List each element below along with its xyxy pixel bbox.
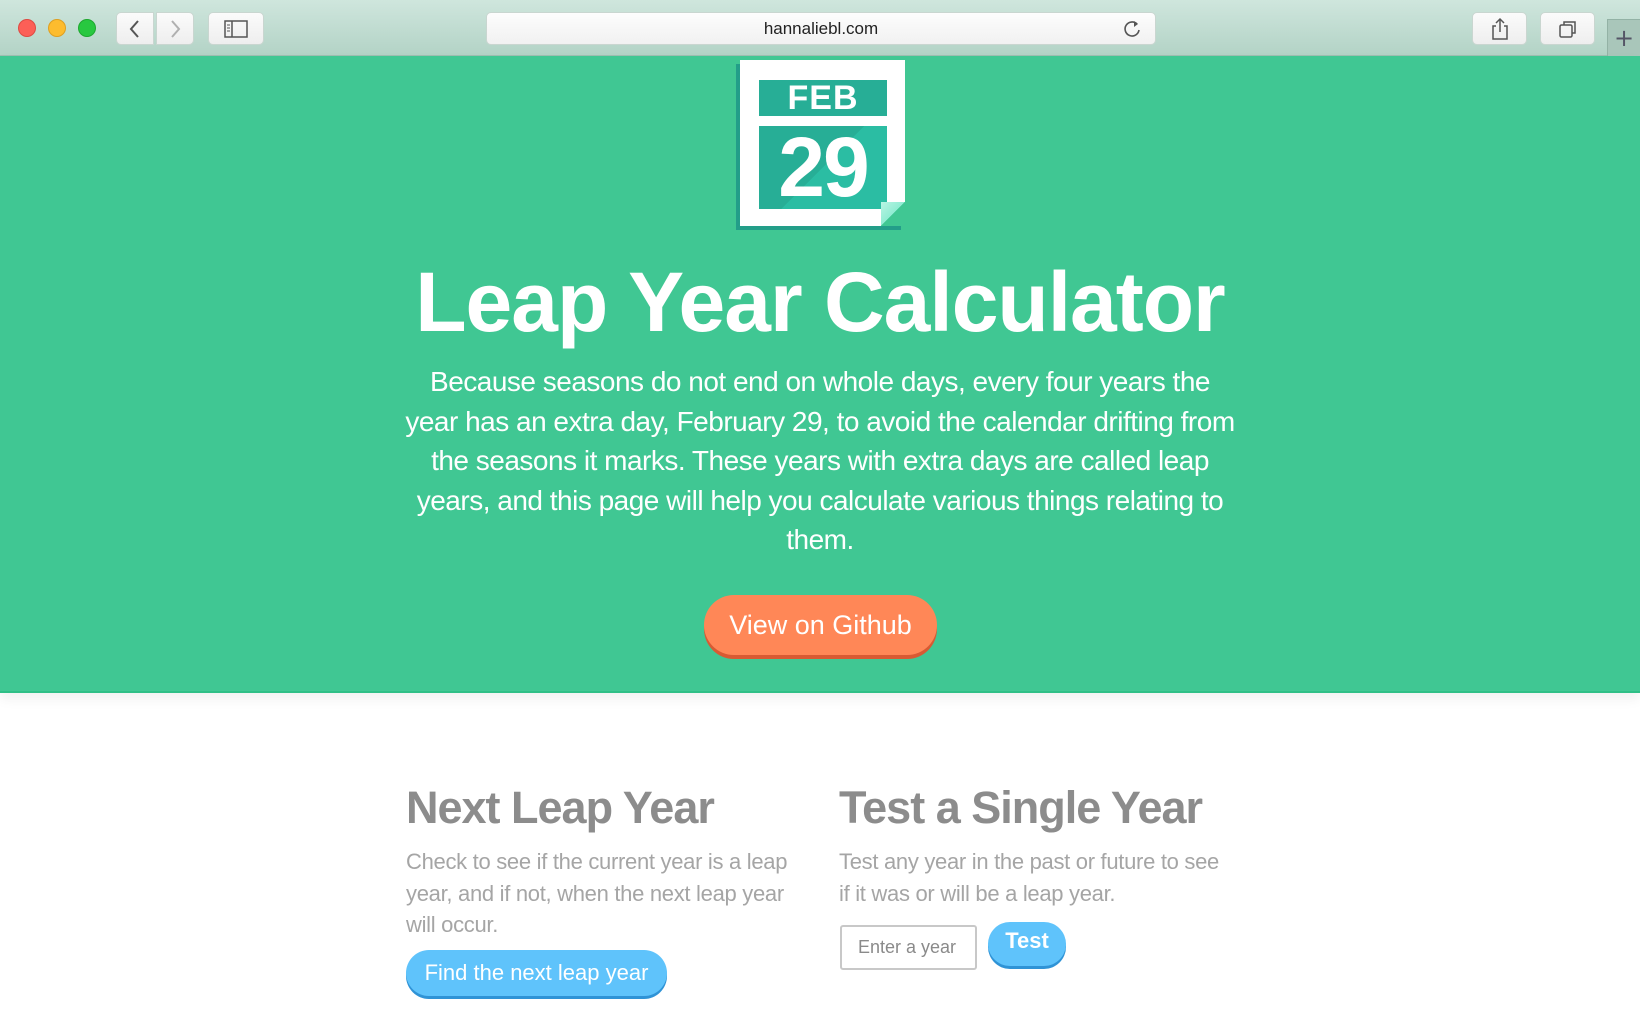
view-on-github-button[interactable]: View on Github — [704, 595, 937, 655]
page-title: Leap Year Calculator — [415, 255, 1226, 349]
close-window-button[interactable] — [18, 19, 36, 37]
url-text: hannaliebl.com — [763, 18, 879, 38]
hero-description: Because seasons do not end on whole days… — [405, 366, 1235, 555]
plus-icon: + — [1613, 24, 1635, 52]
next-leap-year-description: Check to see if the current year is a le… — [406, 849, 788, 937]
tabs-icon — [1558, 20, 1576, 38]
browser-toolbar: hannaliebl.com + — [0, 0, 1640, 56]
show-tabs-button[interactable] — [1540, 12, 1595, 45]
hero-section: FEB 29 Leap Year Calculator Because seas… — [0, 56, 1640, 693]
share-icon — [1491, 17, 1508, 40]
calendar-day: 29 — [759, 125, 887, 209]
sidebar-icon — [224, 19, 248, 38]
page-curl — [881, 202, 905, 226]
chevron-left-icon — [129, 19, 139, 38]
back-button[interactable] — [116, 12, 154, 45]
find-next-leap-year-button[interactable]: Find the next leap year — [406, 950, 667, 996]
next-leap-year-section: Next Leap Year Check to see if the curre… — [406, 778, 796, 941]
reload-icon[interactable] — [1121, 18, 1143, 40]
chevron-right-icon — [171, 19, 181, 38]
test-single-year-heading: Test a Single Year — [839, 782, 1203, 833]
year-input[interactable] — [840, 925, 977, 970]
new-tab-button[interactable]: + — [1607, 19, 1640, 56]
share-button[interactable] — [1472, 12, 1527, 45]
sidebar-toggle-button[interactable] — [208, 12, 264, 45]
calendar-logo-icon: FEB 29 — [740, 60, 905, 228]
test-single-year-description: Test any year in the past or future to s… — [839, 849, 1219, 906]
test-single-year-section: Test a Single Year Test any year in the … — [839, 778, 1229, 909]
forward-button[interactable] — [156, 12, 194, 45]
test-button[interactable]: Test — [988, 922, 1066, 966]
address-bar[interactable]: hannaliebl.com — [486, 12, 1156, 45]
calendar-month: FEB — [759, 80, 887, 116]
fullscreen-window-button[interactable] — [78, 19, 96, 37]
next-leap-year-heading: Next Leap Year — [406, 782, 715, 833]
minimize-window-button[interactable] — [48, 19, 66, 37]
